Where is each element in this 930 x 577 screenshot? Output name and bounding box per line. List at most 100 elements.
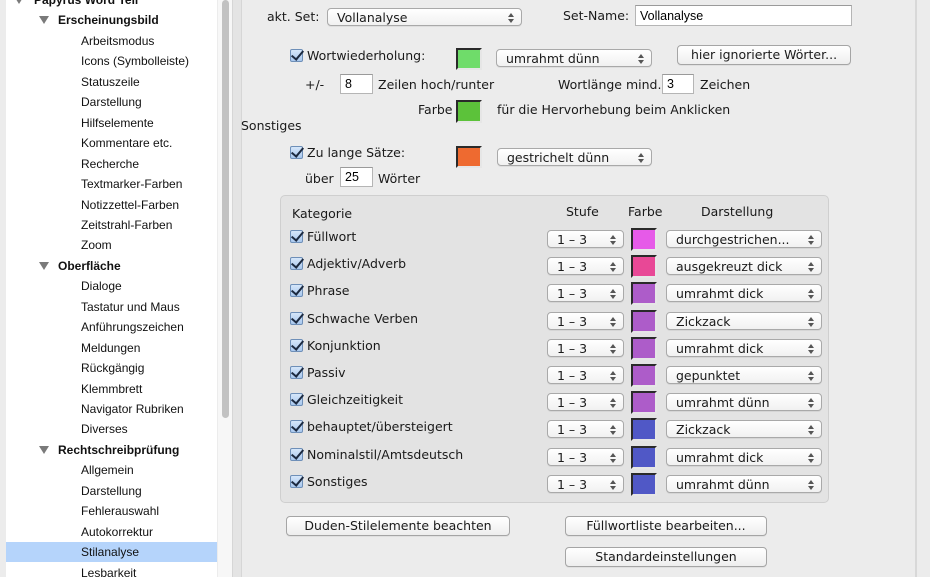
sidebar-item-label: Fehlerauswahl [81,504,160,519]
category-level-popup[interactable]: 1 – 3 [547,284,624,303]
category-color-well[interactable] [631,282,657,306]
range-lines-input[interactable] [340,74,373,94]
long-sentences-checkbox[interactable] [290,146,303,159]
ignored-words-button[interactable]: hier ignorierte Wörter... [677,45,851,65]
sidebar-item-label: Stilanalyse [81,545,140,560]
sidebar-item[interactable]: Darstellung [6,481,217,501]
sidebar-item[interactable]: Allgemein [6,460,217,480]
sidebar-item[interactable]: Dialoge [6,276,217,296]
category-label: Passiv [307,365,346,380]
category-checkbox[interactable] [290,338,303,352]
category-checkbox[interactable] [290,420,303,434]
sidebar-scrollbar[interactable] [217,0,232,577]
popup-arrows-icon [610,370,617,382]
category-style-popup[interactable]: Zickzack [666,311,822,330]
sidebar-item[interactable]: Lesbarkeit [6,563,217,577]
sidebar-item[interactable]: Darstellung [6,92,217,112]
sidebar-item[interactable]: Autokorrektur [6,522,217,542]
category-level-popup[interactable]: 1 – 3 [547,420,624,439]
sidebar-item[interactable]: Erscheinungsbild [6,10,217,30]
category-checkbox[interactable] [290,366,303,379]
category-style-popup[interactable]: umrahmt dünn [666,474,822,493]
default-settings-button[interactable]: Standardeinstellungen [565,547,767,567]
category-checkbox[interactable] [290,257,303,271]
sidebar-item[interactable]: Zeitstrahl-Farben [6,215,217,235]
sidebar-item[interactable]: Anführungszeichen [6,317,217,337]
max-words-input[interactable] [340,167,373,187]
sidebar-item[interactable]: Meldungen [6,338,217,358]
disclosure-triangle-icon[interactable] [14,0,24,4]
category-style-popup[interactable]: durchgestrichen... [666,230,822,248]
min-length-input[interactable] [662,74,694,94]
sidebar-item[interactable]: Notizzettel-Farben [6,195,217,215]
set-name-input[interactable] [635,5,852,26]
category-style-popup[interactable]: gepunktet [666,366,822,384]
disclosure-triangle-icon[interactable] [39,16,49,25]
popup-arrows-icon [808,479,815,491]
word-repetition-checkbox[interactable] [290,49,303,62]
category-style-value: durchgestrichen... [676,232,790,247]
sidebar-item[interactable]: Stilanalyse [6,542,217,563]
duden-style-elements-button[interactable]: Duden-Stilelemente beachten [286,516,510,536]
sidebar-scrollbar-thumb[interactable] [222,0,229,418]
word-repetition-style-popup[interactable]: umrahmt dünn [496,49,652,67]
sidebar-item[interactable]: Rechtschreibprüfung [6,440,217,460]
category-checkbox[interactable] [290,230,303,243]
sidebar-item[interactable]: Hilfselemente [6,113,217,133]
category-level-popup[interactable]: 1 – 3 [547,338,624,357]
sidebar-item[interactable]: Diverses [6,419,217,439]
word-repetition-color-well[interactable] [456,48,482,70]
category-style-popup[interactable]: umrahmt dünn [666,393,822,412]
edit-filler-list-button[interactable]: Füllwortliste bearbeiten... [565,516,767,536]
sidebar-item[interactable]: Fehlerauswahl [6,501,217,521]
sidebar-item[interactable]: Recherche [6,154,217,174]
category-color-well[interactable] [631,336,657,360]
category-level-popup[interactable]: 1 – 3 [547,366,624,384]
split-view-divider[interactable] [232,0,242,577]
category-color-well[interactable] [631,255,657,279]
sidebar-item[interactable]: Kommentare etc. [6,133,217,153]
category-level-popup[interactable]: 1 – 3 [547,257,624,276]
sidebar-item[interactable]: Arbeitsmodus [6,31,217,51]
category-style-popup[interactable]: umrahmt dick [666,284,822,303]
sidebar-item[interactable]: Textmarker-Farben [6,174,217,194]
category-color-well[interactable] [631,445,657,469]
category-color-well[interactable] [631,309,657,333]
category-checkbox[interactable] [290,474,303,488]
category-level-popup[interactable]: 1 – 3 [547,311,624,330]
highlight-color-well[interactable] [456,100,482,123]
category-color-well[interactable] [631,418,657,442]
category-level-popup[interactable]: 1 – 3 [547,474,624,493]
category-color-well[interactable] [631,364,657,387]
category-style-popup[interactable]: Zickzack [666,420,822,439]
long-sentences-style-popup[interactable]: gestrichelt dünn [497,148,652,166]
category-style-popup[interactable]: umrahmt dick [666,338,822,357]
popup-arrows-icon [808,343,815,355]
category-checkbox[interactable] [290,284,303,298]
sidebar-item[interactable]: Rückgängig [6,358,217,378]
sidebar-item[interactable]: Klemmbrett [6,379,217,399]
sidebar-item[interactable]: Oberfläche [6,256,217,276]
category-color-well[interactable] [631,228,657,251]
category-level-popup[interactable]: 1 – 3 [547,230,624,248]
category-color-well[interactable] [631,391,657,415]
sidebar-item[interactable]: Papyrus Word Tell [6,0,217,10]
sidebar-item[interactable]: Zoom [6,235,217,255]
category-color-well[interactable] [631,472,657,496]
category-style-value: Zickzack [676,422,731,438]
category-checkbox[interactable] [290,447,303,461]
category-level-popup[interactable]: 1 – 3 [547,393,624,412]
category-style-popup[interactable]: umrahmt dick [666,447,822,466]
disclosure-triangle-icon[interactable] [39,261,49,270]
sidebar-item[interactable]: Statuszeile [6,72,217,92]
category-checkbox[interactable] [290,393,303,407]
long-sentences-color-well[interactable] [456,146,482,168]
category-style-popup[interactable]: ausgekreuzt dick [666,257,822,276]
active-set-popup[interactable]: Vollanalyse [327,8,522,26]
category-level-popup[interactable]: 1 – 3 [547,447,624,466]
sidebar-item[interactable]: Tastatur und Maus [6,297,217,317]
sidebar-item[interactable]: Navigator Rubriken [6,399,217,419]
sidebar-item[interactable]: Icons (Symbolleiste) [6,51,217,71]
category-checkbox[interactable] [290,311,303,325]
disclosure-triangle-icon[interactable] [39,445,49,454]
